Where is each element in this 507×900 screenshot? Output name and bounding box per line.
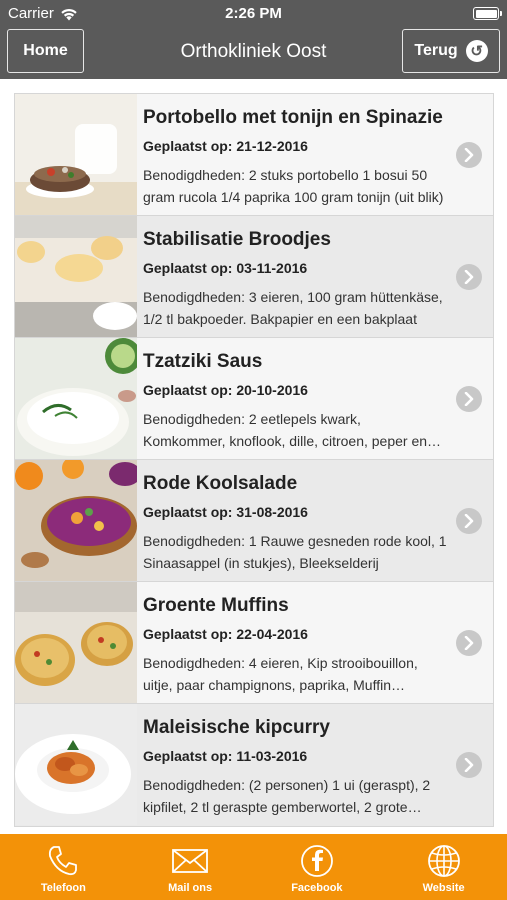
- chevron-right-icon: [456, 386, 482, 412]
- back-button-label: Terug: [414, 42, 458, 59]
- list-item[interactable]: Rode Koolsalade Geplaatst op: 31-08-2016…: [15, 460, 493, 582]
- battery-icon: [473, 7, 502, 20]
- recipe-thumbnail: [15, 216, 137, 337]
- recipe-description: Benodigdheden: (2 personen) 1 ui (gerasp…: [143, 777, 431, 815]
- mail-icon: [172, 849, 209, 873]
- recipe-title: Groente Muffins: [143, 595, 289, 616]
- facebook-icon: [300, 845, 333, 877]
- tab-website[interactable]: Website: [380, 834, 507, 900]
- tab-label: Facebook: [291, 882, 343, 894]
- tab-telefoon[interactable]: Telefoon: [0, 834, 127, 900]
- recipe-description: Benodigdheden: 2 eetlepels kwark, Komkom…: [143, 411, 428, 449]
- chevron-right-icon: [456, 264, 482, 290]
- tab-facebook[interactable]: Facebook: [254, 834, 381, 900]
- recipe-thumbnail: [15, 582, 137, 703]
- recipe-title: Tzatziki Saus: [143, 351, 263, 372]
- recipe-date: Geplaatst op: 31-08-2016: [143, 504, 308, 520]
- undo-arrow-icon: ↺: [465, 40, 488, 62]
- recipe-title: Rode Koolsalade: [143, 473, 298, 494]
- recipe-title: Portobello met tonijn en Spinazie: [143, 107, 443, 128]
- tab-label: Mail ons: [168, 882, 213, 894]
- back-button[interactable]: Terug ↺: [402, 29, 500, 73]
- chevron-right-icon: [456, 142, 482, 168]
- recipe-date: Geplaatst op: 20-10-2016: [143, 382, 308, 398]
- recipe-description: Benodigdheden: 1 Rauwe gesneden rode koo…: [143, 533, 447, 571]
- tab-bar: Telefoon Mail ons Facebook Website: [0, 834, 507, 900]
- recipe-date: Geplaatst op: 11-03-2016: [143, 748, 308, 764]
- recipe-date: Geplaatst op: 22-04-2016: [143, 626, 308, 642]
- list-item[interactable]: Groente Muffins Geplaatst op: 22-04-2016…: [15, 582, 493, 704]
- recipe-list-container[interactable]: Portobello met tonijn en Spinazie Geplaa…: [0, 79, 507, 834]
- list-item[interactable]: Tzatziki Saus Geplaatst op: 20-10-2016 B…: [15, 338, 493, 460]
- recipe-thumbnail: [15, 94, 137, 215]
- phone-icon: [49, 846, 78, 876]
- list-item[interactable]: Portobello met tonijn en Spinazie Geplaa…: [15, 94, 493, 216]
- clock: 2:26 PM: [225, 5, 282, 22]
- globe-icon: [427, 845, 460, 877]
- recipe-description: Benodigdheden: 3 eieren, 100 gram hütten…: [143, 289, 443, 327]
- chevron-right-icon: [456, 630, 482, 656]
- recipe-date: Geplaatst op: 03-11-2016: [143, 260, 308, 276]
- nav-bar: Home Orthokliniek Oost Terug ↺: [0, 27, 507, 79]
- recipe-list: Portobello met tonijn en Spinazie Geplaa…: [14, 93, 494, 827]
- tab-label: Website: [422, 882, 465, 894]
- recipe-thumbnail: [15, 460, 137, 581]
- chevron-right-icon: [456, 752, 482, 778]
- recipe-thumbnail: [15, 704, 137, 825]
- tab-mail[interactable]: Mail ons: [127, 834, 254, 900]
- chevron-right-icon: [456, 508, 482, 534]
- recipe-description: Benodigdheden: 4 eieren, Kip strooibouil…: [143, 655, 418, 693]
- recipe-title: Stabilisatie Broodjes: [143, 229, 331, 250]
- recipe-title: Maleisische kipcurry: [143, 717, 330, 738]
- status-bar: Carrier 2:26 PM: [0, 0, 507, 27]
- tab-label: Telefoon: [40, 882, 86, 894]
- list-item[interactable]: Maleisische kipcurry Geplaatst op: 11-03…: [15, 704, 493, 826]
- list-item[interactable]: Stabilisatie Broodjes Geplaatst op: 03-1…: [15, 216, 493, 338]
- recipe-date: Geplaatst op: 21-12-2016: [143, 138, 308, 154]
- recipe-description: Benodigdheden: 2 stuks portobello 1 bosu…: [143, 167, 444, 205]
- recipe-thumbnail: [15, 338, 137, 459]
